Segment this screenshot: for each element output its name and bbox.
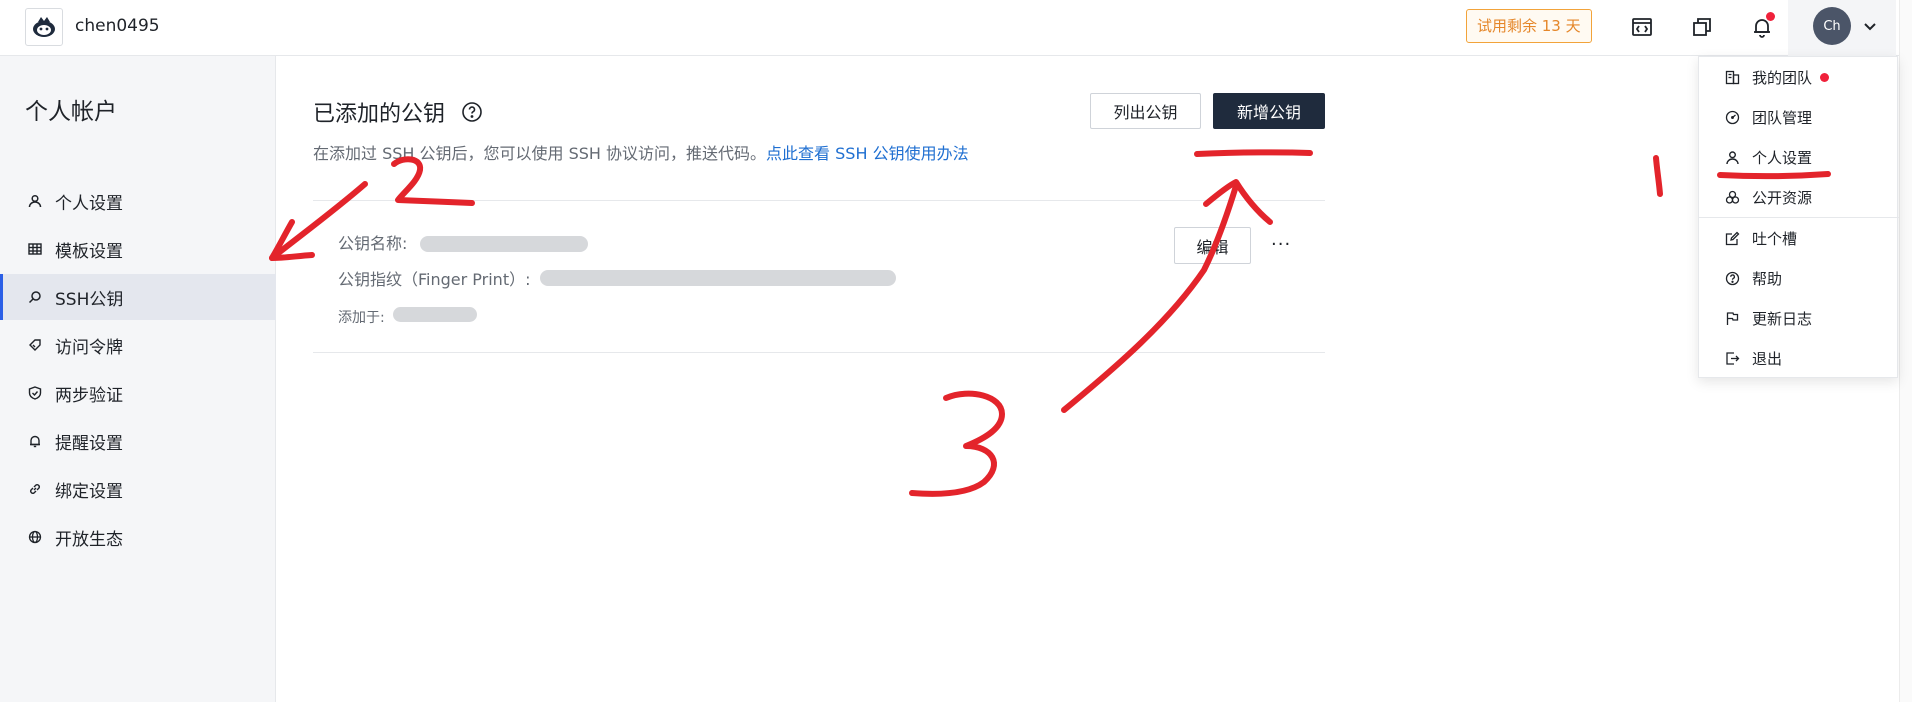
menu-item-feedback[interactable]: 吐个槽 [1699, 218, 1899, 258]
sidebar-item-label: 模板设置 [55, 241, 123, 262]
feedback-icon [1724, 230, 1740, 246]
sidebar-item-open-ecosystem[interactable]: 开放生态 [0, 514, 276, 560]
sidebar-title: 个人帐户 [25, 99, 117, 125]
flag-icon [1724, 310, 1740, 326]
annotation-number-3 [909, 390, 1005, 497]
code-window-icon[interactable] [1627, 12, 1657, 42]
edit-key-button[interactable]: 编辑 [1174, 227, 1251, 264]
page-subtitle: 在添加过 SSH 公钥后，您可以使用 SSH 协议访问，推送代码。点此查看 SS… [313, 140, 969, 164]
sidebar-item-label: 两步验证 [55, 385, 123, 406]
resources-icon [1724, 189, 1740, 205]
key-added-label: 添加于: [338, 310, 385, 326]
annotation-underline-add [1194, 149, 1313, 157]
redacted-key-date [393, 307, 477, 322]
copy-windows-icon[interactable] [1687, 12, 1717, 42]
menu-item-my-team[interactable]: 我的团队 [1699, 57, 1899, 97]
add-key-button[interactable]: 新增公钥 [1213, 93, 1325, 129]
dashboard-icon [1724, 109, 1740, 125]
menu-item-personal-settings[interactable]: 个人设置 [1699, 137, 1899, 177]
user-dropdown-menu: 我的团队 团队管理 个人设置 公开资源 吐个槽 帮助 更新日志 退出 [1698, 56, 1899, 378]
user-icon [27, 193, 43, 209]
top-bar: chen0495 试用剩余 13 天 Ch [0, 0, 1912, 56]
ticket-icon [27, 337, 43, 353]
menu-item-label: 公开资源 [1752, 188, 1813, 207]
divider [313, 352, 1325, 353]
sidebar-item-label: 个人设置 [55, 193, 123, 214]
menu-item-logout[interactable]: 退出 [1699, 338, 1899, 378]
sidebar-item-label: 提醒设置 [55, 433, 123, 454]
scrollbar[interactable] [1899, 0, 1912, 702]
menu-item-public-resources[interactable]: 公开资源 [1699, 177, 1899, 217]
menu-item-label: 更新日志 [1752, 309, 1813, 328]
new-badge-dot [1820, 72, 1830, 82]
logo-icon [33, 17, 55, 37]
search-key-icon [27, 289, 43, 305]
ssh-guide-link[interactable]: 点此查看 SSH 公钥使用办法 [766, 144, 969, 163]
sidebar-item-ssh-keys[interactable]: SSH公钥 [0, 274, 276, 320]
trial-remaining-badge[interactable]: 试用剩余 13 天 [1466, 9, 1592, 43]
menu-item-changelog[interactable]: 更新日志 [1699, 298, 1899, 338]
redacted-key-name [420, 236, 588, 252]
annotation-arrow-3 [1061, 183, 1239, 413]
more-options-button[interactable]: ··· [1271, 234, 1291, 255]
key-name-label: 公钥名称: [338, 234, 408, 253]
link-icon [27, 481, 43, 497]
sidebar: 个人帐户 个人设置 模板设置 SSH公钥 访问令牌 两步验证 提醒设置 绑定设置… [0, 56, 276, 702]
menu-item-label: 退出 [1752, 349, 1783, 368]
menu-item-label: 帮助 [1752, 269, 1783, 288]
annotation-arrow-3-head [1203, 179, 1273, 225]
annotation-arrow-2-head [269, 219, 315, 261]
sidebar-item-access-tokens[interactable]: 访问令牌 [0, 322, 276, 368]
notification-dot [1766, 12, 1775, 21]
menu-item-label: 个人设置 [1752, 148, 1813, 167]
sidebar-item-personal-settings[interactable]: 个人设置 [0, 178, 276, 224]
menu-item-help[interactable]: 帮助 [1699, 258, 1899, 298]
sidebar-item-label: 开放生态 [55, 529, 123, 550]
sidebar-item-binding-settings[interactable]: 绑定设置 [0, 466, 276, 512]
grid-icon [27, 241, 43, 257]
sidebar-item-label: 访问令牌 [55, 337, 123, 358]
page-title: 已添加的公钥 [313, 102, 446, 127]
key-fingerprint-label: 公钥指纹（Finger Print）: [338, 270, 531, 289]
help-circle-icon[interactable] [461, 101, 483, 123]
team-icon [1724, 69, 1740, 85]
user-icon [1724, 149, 1740, 165]
subtitle-text: 在添加过 SSH 公钥后，您可以使用 SSH 协议访问，推送代码。 [313, 144, 767, 163]
logout-icon [1724, 350, 1740, 366]
chevron-down-icon[interactable] [1858, 14, 1882, 38]
annotation-number-1 [1653, 155, 1663, 197]
app-logo[interactable] [25, 8, 63, 46]
menu-item-team-management[interactable]: 团队管理 [1699, 97, 1899, 137]
help-icon [1724, 270, 1740, 286]
divider [313, 200, 1325, 201]
sidebar-item-template-settings[interactable]: 模板设置 [0, 226, 276, 272]
workspace-username[interactable]: chen0495 [75, 16, 160, 36]
menu-item-label: 我的团队 [1752, 68, 1813, 87]
sidebar-item-reminder-settings[interactable]: 提醒设置 [0, 418, 276, 464]
globe-icon [27, 529, 43, 545]
sidebar-item-two-factor[interactable]: 两步验证 [0, 370, 276, 416]
menu-item-label: 吐个槽 [1752, 229, 1798, 248]
red-annotation-overlay [269, 149, 1831, 497]
sidebar-item-label: 绑定设置 [55, 481, 123, 502]
avatar[interactable]: Ch [1813, 7, 1851, 45]
bell-icon [27, 433, 43, 449]
notification-bell-icon[interactable] [1747, 12, 1777, 42]
redacted-key-fingerprint [540, 270, 896, 286]
list-keys-button[interactable]: 列出公钥 [1090, 93, 1201, 129]
menu-item-label: 团队管理 [1752, 108, 1813, 127]
sidebar-item-label: SSH公钥 [55, 289, 124, 310]
shield-icon [27, 385, 43, 401]
annotation-number-2 [391, 156, 475, 206]
